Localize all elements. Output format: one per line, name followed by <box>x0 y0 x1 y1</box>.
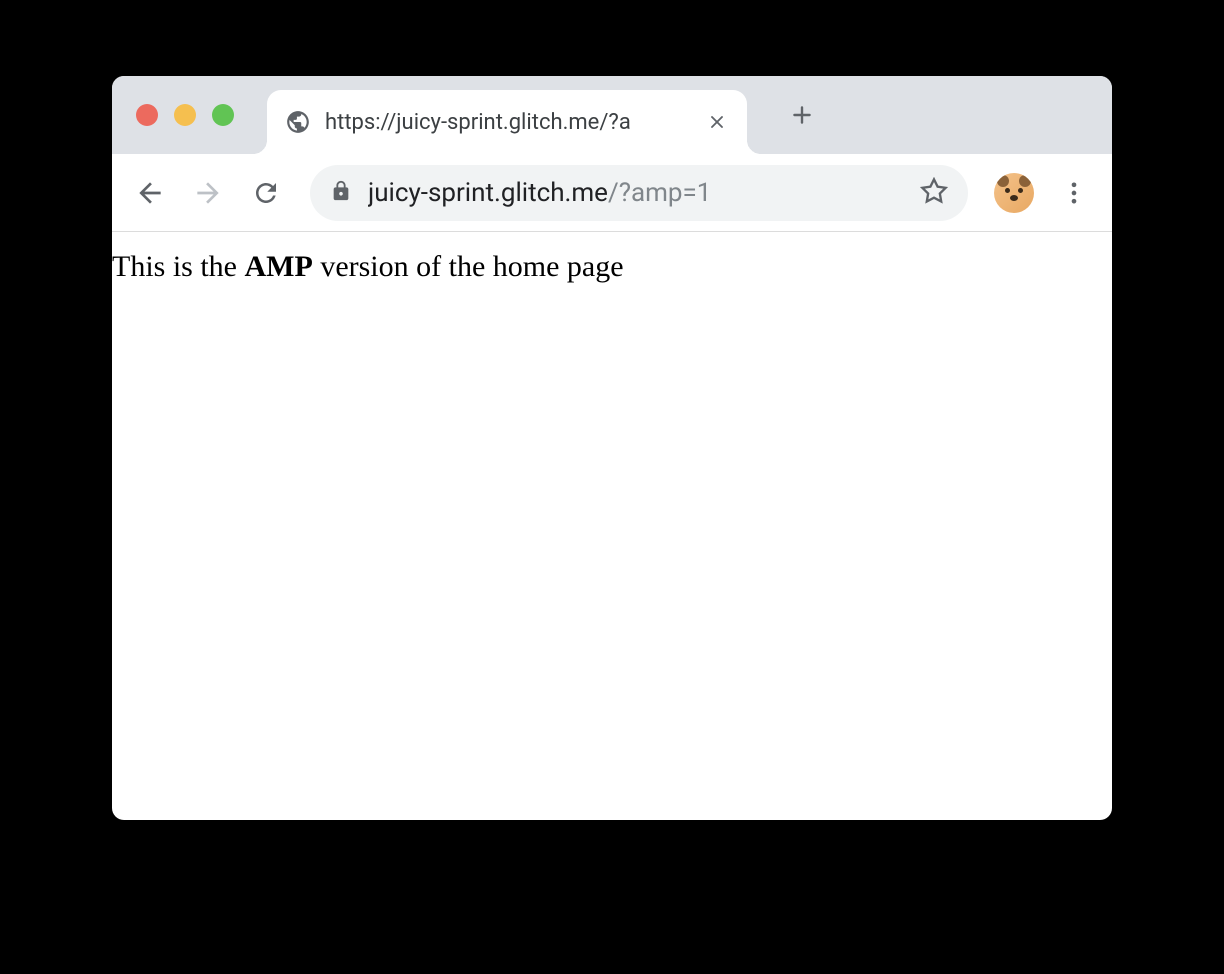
url-text: juicy-sprint.glitch.me/?amp=1 <box>368 178 904 208</box>
browser-window: https://juicy-sprint.glitch.me/?a <box>112 76 1112 820</box>
tab-title: https://juicy-sprint.glitch.me/?a <box>325 110 691 135</box>
globe-icon <box>285 109 311 135</box>
minimize-window-button[interactable] <box>174 104 196 126</box>
url-host: juicy-sprint.glitch.me <box>368 178 608 208</box>
bookmark-star-icon[interactable] <box>920 177 948 209</box>
close-tab-button[interactable] <box>705 110 729 134</box>
close-window-button[interactable] <box>136 104 158 126</box>
page-text-bold: AMP <box>245 250 313 283</box>
address-bar[interactable]: juicy-sprint.glitch.me/?amp=1 <box>310 165 968 221</box>
profile-avatar[interactable] <box>994 173 1034 213</box>
tab-bar: https://juicy-sprint.glitch.me/?a <box>112 76 1112 154</box>
back-button[interactable] <box>126 169 174 217</box>
window-controls <box>136 104 234 126</box>
reload-button[interactable] <box>242 169 290 217</box>
page-content: This is the AMP version of the home page <box>112 232 1112 286</box>
toolbar: juicy-sprint.glitch.me/?amp=1 <box>112 154 1112 232</box>
page-text-after: version of the home page <box>313 250 624 283</box>
menu-button[interactable] <box>1050 169 1098 217</box>
page-text-before: This is the <box>112 250 245 283</box>
forward-button[interactable] <box>184 169 232 217</box>
url-query: /?amp=1 <box>608 178 711 208</box>
browser-tab[interactable]: https://juicy-sprint.glitch.me/?a <box>267 90 747 154</box>
maximize-window-button[interactable] <box>212 104 234 126</box>
lock-icon <box>330 180 352 206</box>
new-tab-button[interactable] <box>780 93 824 137</box>
